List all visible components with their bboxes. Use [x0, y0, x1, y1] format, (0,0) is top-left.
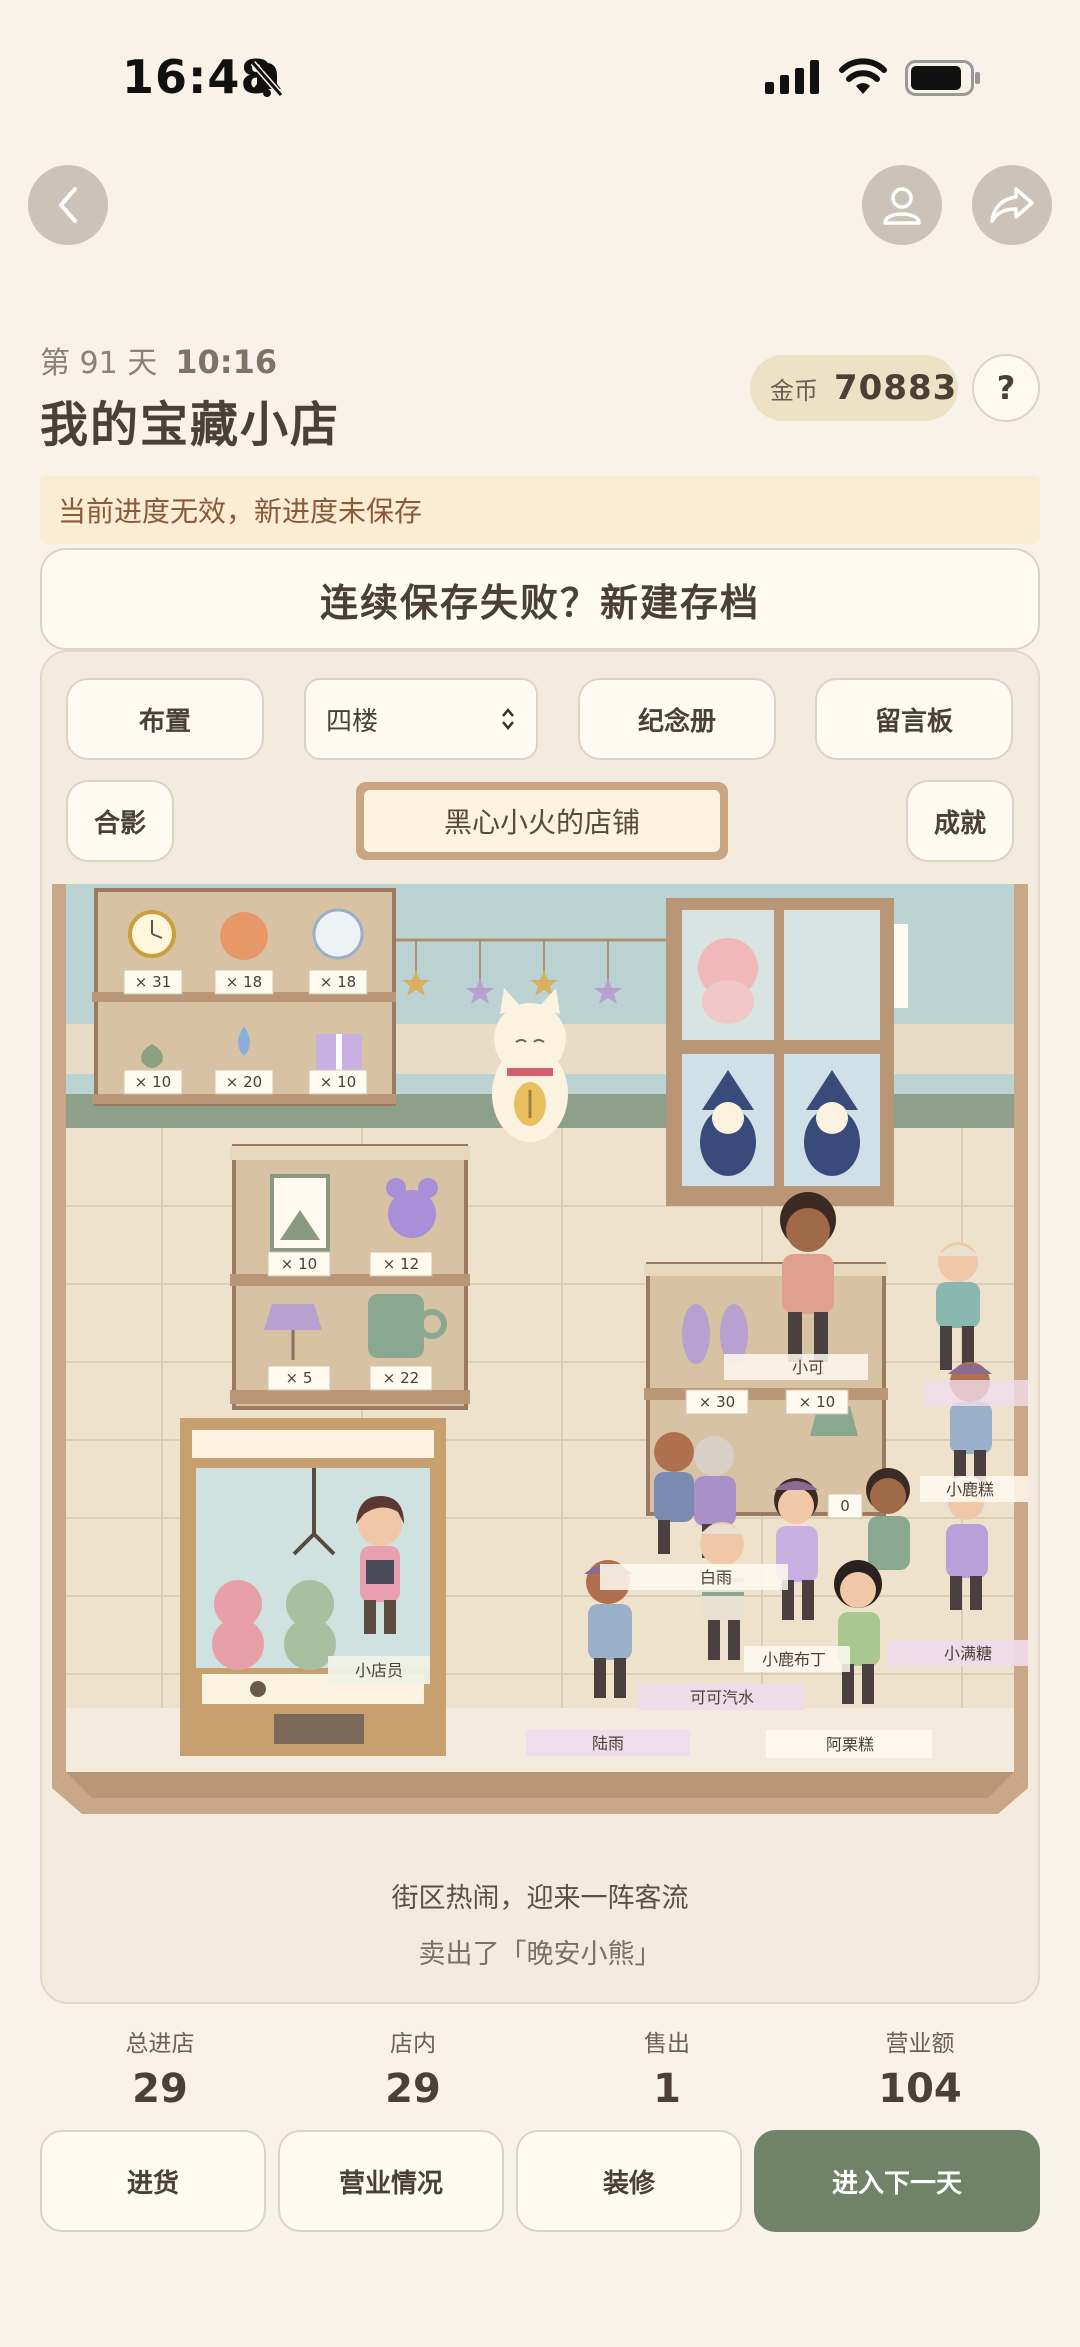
game-clock: 10:16 [175, 343, 278, 381]
stock-label: × 22 [383, 1369, 419, 1387]
layout-button[interactable]: 布置 [66, 678, 264, 760]
stat-value: 1 [653, 2066, 681, 2112]
stock-label: × 12 [383, 1255, 419, 1273]
name-label: 白雨 [700, 1568, 732, 1587]
floor-selected-value: 四楼 [326, 706, 379, 737]
window-posters [666, 898, 908, 1206]
stock-label: 0 [840, 1497, 850, 1515]
name-label: 小店员 [355, 1661, 403, 1680]
album-button[interactable]: 纪念册 [578, 678, 776, 760]
stat-value: 104 [878, 2066, 962, 2112]
coin-value: 70883 [834, 368, 958, 408]
stat-label: 总进店 [125, 2031, 195, 2057]
stat-in-store: 店内 29 [313, 2024, 513, 2112]
stock-label: × 10 [135, 1073, 171, 1091]
shop-scene[interactable]: × 31 × 18 × 18 × 10 × 20 × 10 × 10 × 12 … [52, 884, 1028, 1828]
name-label: 小可 [792, 1358, 824, 1377]
shop-scene-art: × 31 × 18 × 18 × 10 × 20 × 10 × 10 × 12 … [52, 884, 1028, 1828]
business-status-button[interactable]: 营业情况 [278, 2130, 504, 2232]
stock-label: × 18 [226, 973, 262, 991]
stat-value: 29 [385, 2066, 441, 2112]
stock-label: × 10 [281, 1255, 317, 1273]
stock-label: × 10 [320, 1073, 356, 1091]
stock-label: × 18 [320, 973, 356, 991]
share-button[interactable] [972, 165, 1052, 245]
profile-button[interactable] [862, 165, 942, 245]
stat-value: 29 [132, 2066, 188, 2112]
name-label: 小鹿布丁 [762, 1650, 826, 1669]
stock-label: × 20 [226, 1073, 262, 1091]
bell-off-icon [250, 61, 284, 97]
back-button[interactable] [28, 165, 108, 245]
achievements-button[interactable]: 成就 [906, 780, 1014, 862]
coin-label: 金币 [770, 376, 818, 405]
select-arrows-icon [502, 708, 514, 730]
lucky-cat-figure [492, 988, 568, 1142]
message-board-button[interactable]: 留言板 [815, 678, 1013, 760]
stat-total-visitors: 总进店 29 [60, 2024, 260, 2112]
coin-balance: 金币 70883 [750, 355, 958, 421]
name-label: 陆雨 [592, 1734, 624, 1753]
stock-label: × 10 [799, 1393, 835, 1411]
day-info: 第 91 天 10:16 [40, 338, 277, 382]
stat-sold: 售出 1 [567, 2024, 767, 2112]
decorate-button[interactable]: 装修 [516, 2130, 742, 2232]
help-button[interactable]: ? [972, 354, 1040, 422]
page-title: 我的宝藏小店 [40, 397, 341, 453]
share-arrow-icon [990, 187, 1034, 223]
name-label: 小满糖 [944, 1644, 992, 1663]
shop-name: 黑心小火的店铺 [364, 790, 720, 852]
day-label: 第 91 天 [40, 346, 158, 381]
stat-label: 店内 [390, 2031, 436, 2057]
claw-machine [180, 1418, 446, 1756]
save-warning: 当前进度无效，新进度未保存 [40, 476, 1040, 544]
stat-label: 售出 [644, 2031, 690, 2057]
stock-label: × 30 [699, 1393, 735, 1411]
next-day-button[interactable]: 进入下一天 [754, 2130, 1040, 2232]
group-photo-button[interactable]: 合影 [66, 780, 174, 862]
shelf-middle [230, 1144, 470, 1410]
user-icon [883, 187, 921, 225]
signal-icon [765, 60, 819, 94]
event-message: 街区热闹，迎来一阵客流 [391, 1883, 689, 1914]
chevron-left-icon [59, 187, 77, 223]
name-label: 小鹿糕 [946, 1480, 994, 1499]
restock-button[interactable]: 进货 [40, 2130, 266, 2232]
stat-revenue: 营业额 104 [820, 2024, 1020, 2112]
stock-label: × 5 [286, 1369, 313, 1387]
name-label: 可可汽水 [690, 1688, 754, 1707]
new-save-button[interactable]: 连续保存失败？新建存档 [40, 548, 1040, 650]
battery-icon [905, 60, 980, 96]
floor-select[interactable]: 四楼 [304, 678, 538, 760]
stock-label: × 31 [135, 973, 171, 991]
wifi-icon [839, 58, 887, 94]
name-label: 阿栗糕 [826, 1735, 874, 1754]
sale-message: 卖出了「晚安小熊」 [418, 1939, 662, 1970]
stat-label: 营业额 [885, 2031, 955, 2057]
shop-name-plate: 黑心小火的店铺 [356, 782, 728, 860]
